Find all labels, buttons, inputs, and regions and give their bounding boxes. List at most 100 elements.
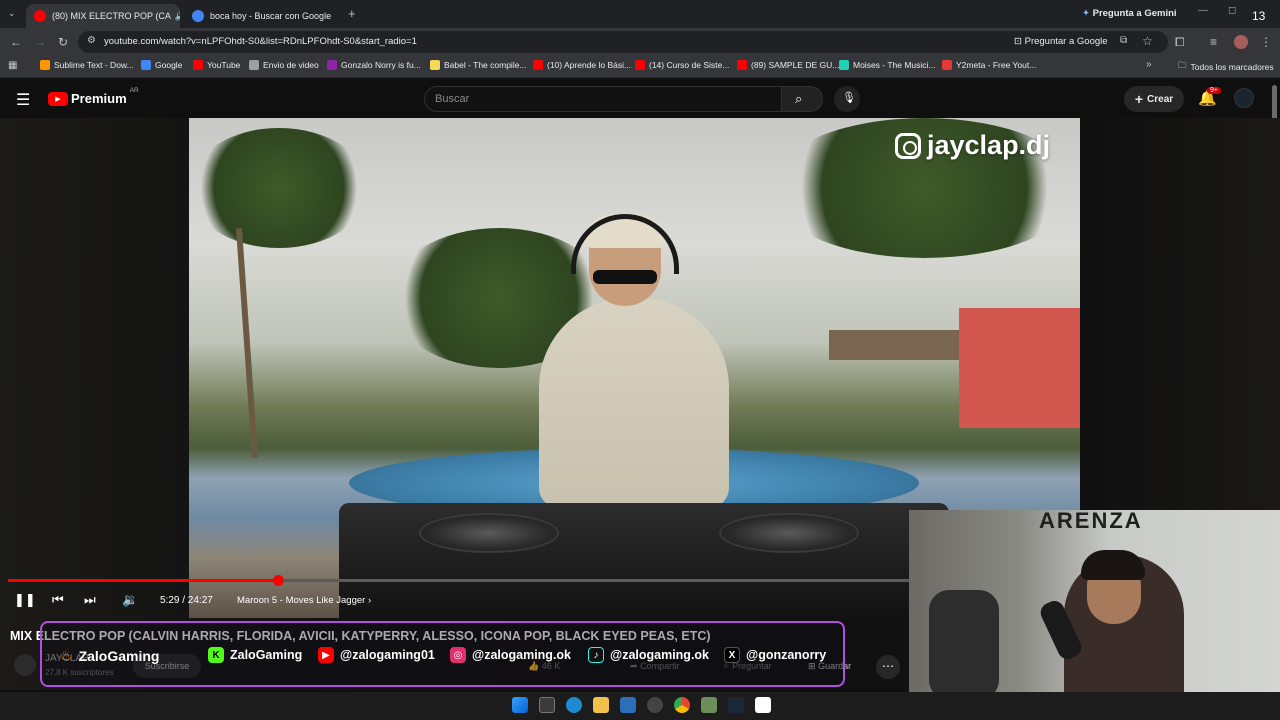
extensions-icon[interactable]: ⧠ xyxy=(1175,33,1185,51)
profile-avatar[interactable] xyxy=(1234,35,1248,49)
forward-icon[interactable]: → xyxy=(34,33,46,51)
edge-icon[interactable] xyxy=(566,697,582,713)
instagram-watermark: jayclap.dj xyxy=(895,130,1050,161)
clock-text: 13 xyxy=(1252,9,1266,23)
create-button[interactable]: + Crear xyxy=(1124,86,1184,112)
vscode-icon[interactable] xyxy=(620,697,636,713)
obs-icon[interactable] xyxy=(647,697,663,713)
steam-icon[interactable] xyxy=(728,697,744,713)
bookmark-item[interactable]: Moises - The Musici... xyxy=(839,60,936,70)
streamer-hair-image xyxy=(1081,550,1145,580)
bookmark-label: (10) Aprende lo Bási... xyxy=(547,60,632,70)
bookmark-star-icon[interactable]: ☆ xyxy=(1142,34,1153,48)
bookmark-item[interactable]: (10) Aprende lo Bási... xyxy=(533,60,631,70)
reload-icon[interactable]: ↻ xyxy=(58,33,68,51)
instagram-icon: ◎ xyxy=(450,647,466,663)
more-actions-icon[interactable]: ⋯ xyxy=(876,655,900,679)
app-icon[interactable] xyxy=(755,697,771,713)
chapter-button[interactable]: Maroon 5 - Moves Like Jagger › xyxy=(237,595,371,606)
back-icon[interactable]: ← xyxy=(10,33,22,51)
flame-logo-icon: ♨ xyxy=(60,647,73,663)
apps-grid-icon[interactable]: ▦ xyxy=(8,60,17,71)
bookmark-item[interactable]: Babel - The compile... xyxy=(430,60,527,70)
bookmark-label: Envio de video xyxy=(263,60,319,70)
kick-icon: K xyxy=(208,647,224,663)
menu-kebab-icon[interactable]: ⋮ xyxy=(1260,33,1272,51)
webcam-overlay: ARENZA xyxy=(909,510,1280,692)
bookmark-item[interactable]: Sublime Text - Dow... xyxy=(40,60,134,70)
chapter-title: Maroon 5 - Moves Like Jagger xyxy=(237,595,366,606)
bookmark-label: YouTube xyxy=(207,60,241,70)
youtube-favicon-icon xyxy=(34,10,46,22)
bookmark-item[interactable]: Google xyxy=(141,60,182,70)
next-icon[interactable]: ⏭ xyxy=(84,592,96,608)
tab-youtube[interactable]: (80) MIX ELECTRO POP (CA 🔊 ✕ xyxy=(26,4,180,28)
bookmark-item[interactable]: Y2meta - Free Yout... xyxy=(942,60,1036,70)
search-button[interactable]: ⌕ xyxy=(781,86,823,112)
media-control-icon[interactable]: ≡ xyxy=(1210,33,1217,51)
headphones-image xyxy=(571,214,679,274)
channel-avatar[interactable] xyxy=(14,654,36,676)
progress-scrubber[interactable] xyxy=(273,575,284,586)
tab-google[interactable]: boca hoy - Buscar con Google ✕ xyxy=(184,4,338,28)
left-jogwheel-image xyxy=(419,513,559,553)
notifications-badge: 9+ xyxy=(1207,87,1221,94)
region-code: AR xyxy=(129,87,139,94)
bookmark-favicon-icon xyxy=(839,60,849,70)
gemini-button[interactable]: ✦ Pregunta a Gemini xyxy=(1082,8,1177,19)
ask-google-button[interactable]: ⊡ Preguntar a Google xyxy=(1014,36,1108,47)
maximize-icon[interactable]: ◻ xyxy=(1228,5,1236,16)
all-bookmarks-folder[interactable]: 🗀 Todos los marcadores xyxy=(1178,60,1274,74)
tiktok-icon: ♪ xyxy=(588,647,604,663)
site-info-icon[interactable]: ⚙ xyxy=(87,35,96,46)
volume-icon[interactable]: 🔉 xyxy=(122,592,138,608)
windows-start-icon[interactable] xyxy=(512,697,528,713)
gemini-label: Pregunta a Gemini xyxy=(1092,8,1177,19)
account-avatar[interactable] xyxy=(1234,88,1254,108)
dj-body-image xyxy=(539,298,729,508)
right-jogwheel-image xyxy=(719,513,859,553)
taskbar xyxy=(0,692,1280,720)
bookmark-favicon-icon xyxy=(737,60,747,70)
bookmark-item[interactable]: Envio de video xyxy=(249,60,319,70)
bookmark-item[interactable]: YouTube xyxy=(193,60,240,70)
palm-tree-image xyxy=(189,128,369,248)
gaming-chair-image xyxy=(929,590,999,692)
previous-icon[interactable]: ⏮ xyxy=(52,592,64,608)
speaker-icon[interactable]: 🔊 xyxy=(175,11,180,22)
youtube-header: ☰ ▶ Premium AR Buscar ⌕ 🎙 + Crear 🔔 9+ xyxy=(0,78,1280,120)
file-explorer-icon[interactable] xyxy=(593,697,609,713)
dj-controller-image xyxy=(339,503,949,618)
bookmark-label: Y2meta - Free Yout... xyxy=(956,60,1037,70)
tab-search-icon[interactable]: ⌄ xyxy=(8,8,16,19)
bookmark-item[interactable]: Gonzalo Norry is fu... xyxy=(327,60,421,70)
bookmark-item[interactable]: (89) SAMPLE DE GU... xyxy=(737,60,839,70)
pause-icon[interactable]: ❚❚ xyxy=(14,592,36,608)
bookmark-label: Sublime Text - Dow... xyxy=(54,60,134,70)
bookmark-item[interactable]: (14) Curso de Siste... xyxy=(635,60,729,70)
address-bar[interactable]: ⚙ youtube.com/watch?v=nLPFOhdt-S0&list=R… xyxy=(78,31,1168,53)
task-view-icon[interactable] xyxy=(539,697,555,713)
calculator-icon[interactable] xyxy=(701,697,717,713)
banner-item-youtube: ▶ @zalogaming01 xyxy=(318,647,435,663)
search-input[interactable]: Buscar xyxy=(424,86,782,112)
bookmark-favicon-icon xyxy=(327,60,337,70)
x-icon: X xyxy=(724,647,740,663)
voice-search-button[interactable]: 🎙 xyxy=(834,86,860,112)
logo-text: Premium xyxy=(71,91,127,106)
url-text[interactable]: youtube.com/watch?v=nLPFOhdt-S0&list=RDn… xyxy=(104,36,417,47)
social-banner: ♨ ZaloGaming K ZaloGaming ▶ @zalogaming01 … xyxy=(40,621,845,687)
microphone-icon: 🎙 xyxy=(842,92,856,104)
new-tab-button[interactable]: + xyxy=(348,6,356,21)
banner-item-x: X @gonzanorry xyxy=(724,647,826,663)
minimize-icon[interactable]: — xyxy=(1198,5,1208,16)
close-tab-icon[interactable]: ✕ xyxy=(331,10,338,23)
install-app-icon[interactable]: ⧉ xyxy=(1120,35,1127,46)
progress-bar-fill xyxy=(8,579,278,582)
youtube-premium-logo[interactable]: ▶ Premium AR xyxy=(48,87,139,106)
hamburger-menu-icon[interactable]: ☰ xyxy=(16,90,30,110)
search-icon: ⌕ xyxy=(795,91,803,106)
chrome-icon[interactable] xyxy=(674,697,690,713)
more-bookmarks-icon[interactable]: » xyxy=(1146,59,1152,70)
tab-title: (80) MIX ELECTRO POP (CA xyxy=(52,11,171,21)
